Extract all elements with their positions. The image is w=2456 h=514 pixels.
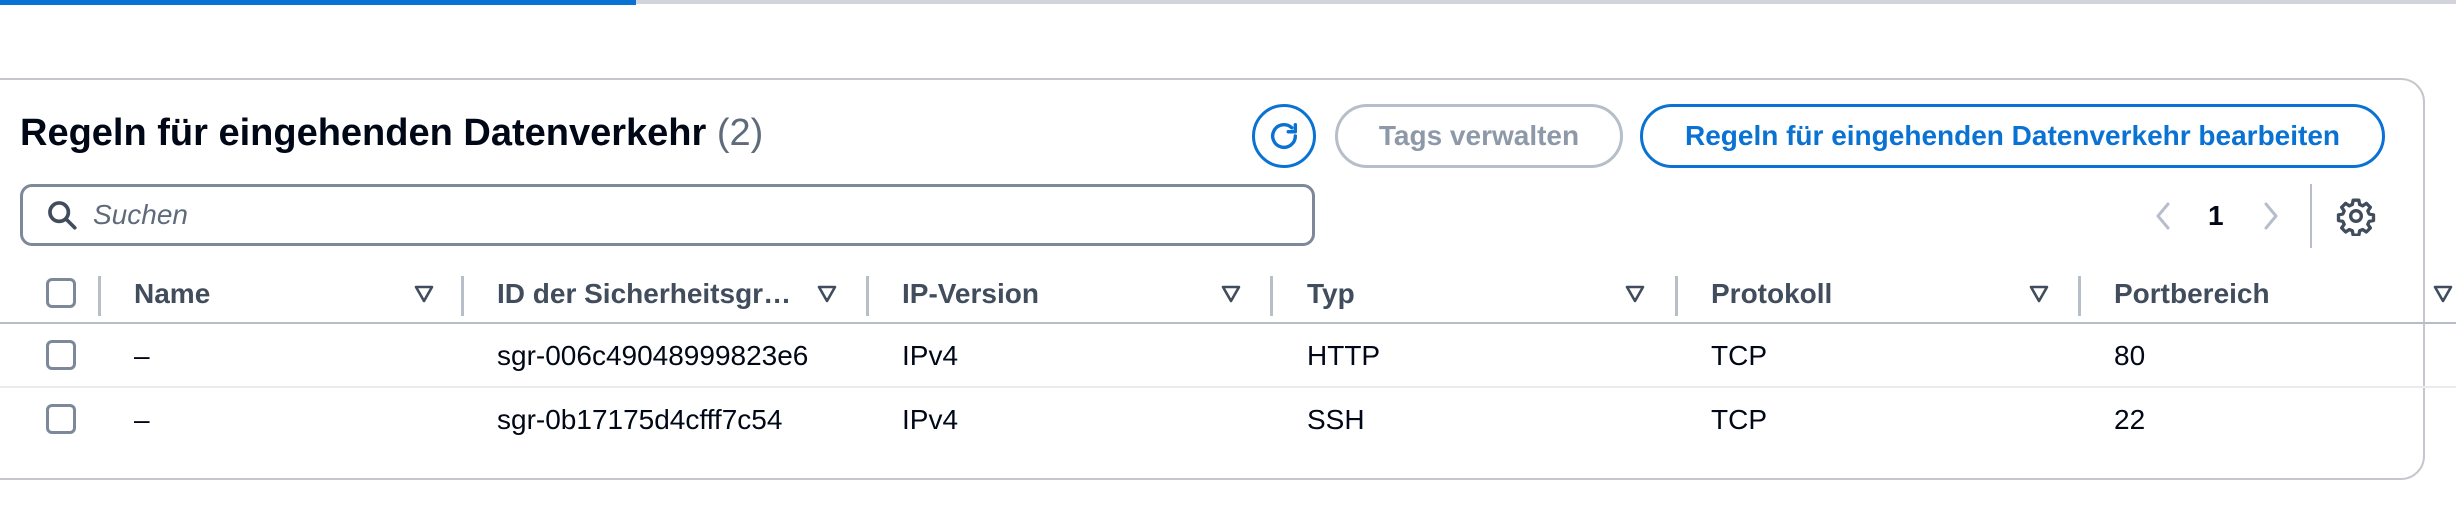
cell-ip-version: IPv4 <box>902 340 959 371</box>
select-all-checkbox[interactable] <box>46 278 76 308</box>
row-checkbox[interactable] <box>46 340 76 370</box>
cell-type: SSH <box>1307 404 1365 435</box>
cell-type: HTTP <box>1307 340 1381 371</box>
cell-port-range: 22 <box>2114 404 2146 435</box>
cell-protocol: TCP <box>1711 340 1767 371</box>
sort-icon[interactable] <box>2432 283 2454 305</box>
cell-rule-id: sgr-0b17175d4cfff7c54 <box>497 404 783 435</box>
column-header-protocol[interactable]: Protokoll <box>1711 278 1832 310</box>
column-divider <box>2078 276 2081 316</box>
search-icon <box>45 198 79 232</box>
column-divider <box>1675 276 1678 316</box>
search-field[interactable] <box>20 184 1315 246</box>
sort-icon[interactable] <box>1220 283 1242 305</box>
pagination-divider <box>2310 184 2312 248</box>
sort-icon[interactable] <box>1624 283 1646 305</box>
previous-page-button[interactable] <box>2148 194 2178 238</box>
column-divider <box>1270 276 1273 316</box>
gear-icon <box>2336 198 2376 236</box>
manage-tags-button[interactable]: Tags verwalten <box>1335 104 1623 168</box>
active-tab-indicator <box>0 0 636 5</box>
column-header-type[interactable]: Typ <box>1307 278 1355 310</box>
table-row[interactable]: – sgr-006c49048999823e6 IPv4 HTTP TCP 80 <box>0 324 2456 388</box>
sort-icon[interactable] <box>413 283 435 305</box>
edit-inbound-rules-button[interactable]: Regeln für eingehenden Datenverkehr bear… <box>1640 104 2385 168</box>
cell-name: – <box>134 404 150 435</box>
column-divider <box>866 276 869 316</box>
column-header-id[interactable]: ID der Sicherheitsgr… <box>497 278 791 310</box>
current-page-number[interactable]: 1 <box>2208 200 2224 232</box>
cell-protocol: TCP <box>1711 404 1767 435</box>
sort-icon[interactable] <box>2028 283 2050 305</box>
table-row[interactable]: – sgr-0b17175d4cfff7c54 IPv4 SSH TCP 22 <box>0 388 2456 450</box>
chevron-right-icon <box>2264 202 2278 230</box>
refresh-icon <box>1270 122 1298 149</box>
column-divider <box>461 276 464 316</box>
rule-count: (2) <box>716 112 764 154</box>
cell-name: – <box>134 340 150 371</box>
title-text: Regeln für eingehenden Datenverkehr <box>20 112 707 154</box>
cell-port-range: 80 <box>2114 340 2146 371</box>
preferences-button[interactable] <box>2336 196 2376 236</box>
sort-icon[interactable] <box>816 283 838 305</box>
cell-rule-id: sgr-006c49048999823e6 <box>497 340 809 371</box>
column-header-name[interactable]: Name <box>134 278 210 310</box>
row-checkbox[interactable] <box>46 404 76 434</box>
refresh-button[interactable] <box>1252 104 1316 168</box>
chevron-left-icon <box>2156 202 2170 230</box>
column-divider <box>98 276 101 316</box>
cell-ip-version: IPv4 <box>902 404 959 435</box>
column-header-ip-version[interactable]: IP-Version <box>902 278 1039 310</box>
next-page-button[interactable] <box>2256 194 2286 238</box>
column-header-port-range[interactable]: Portbereich <box>2114 278 2270 310</box>
page-title: Regeln für eingehenden Datenverkehr (2) <box>20 112 763 155</box>
search-input[interactable] <box>91 198 1312 232</box>
